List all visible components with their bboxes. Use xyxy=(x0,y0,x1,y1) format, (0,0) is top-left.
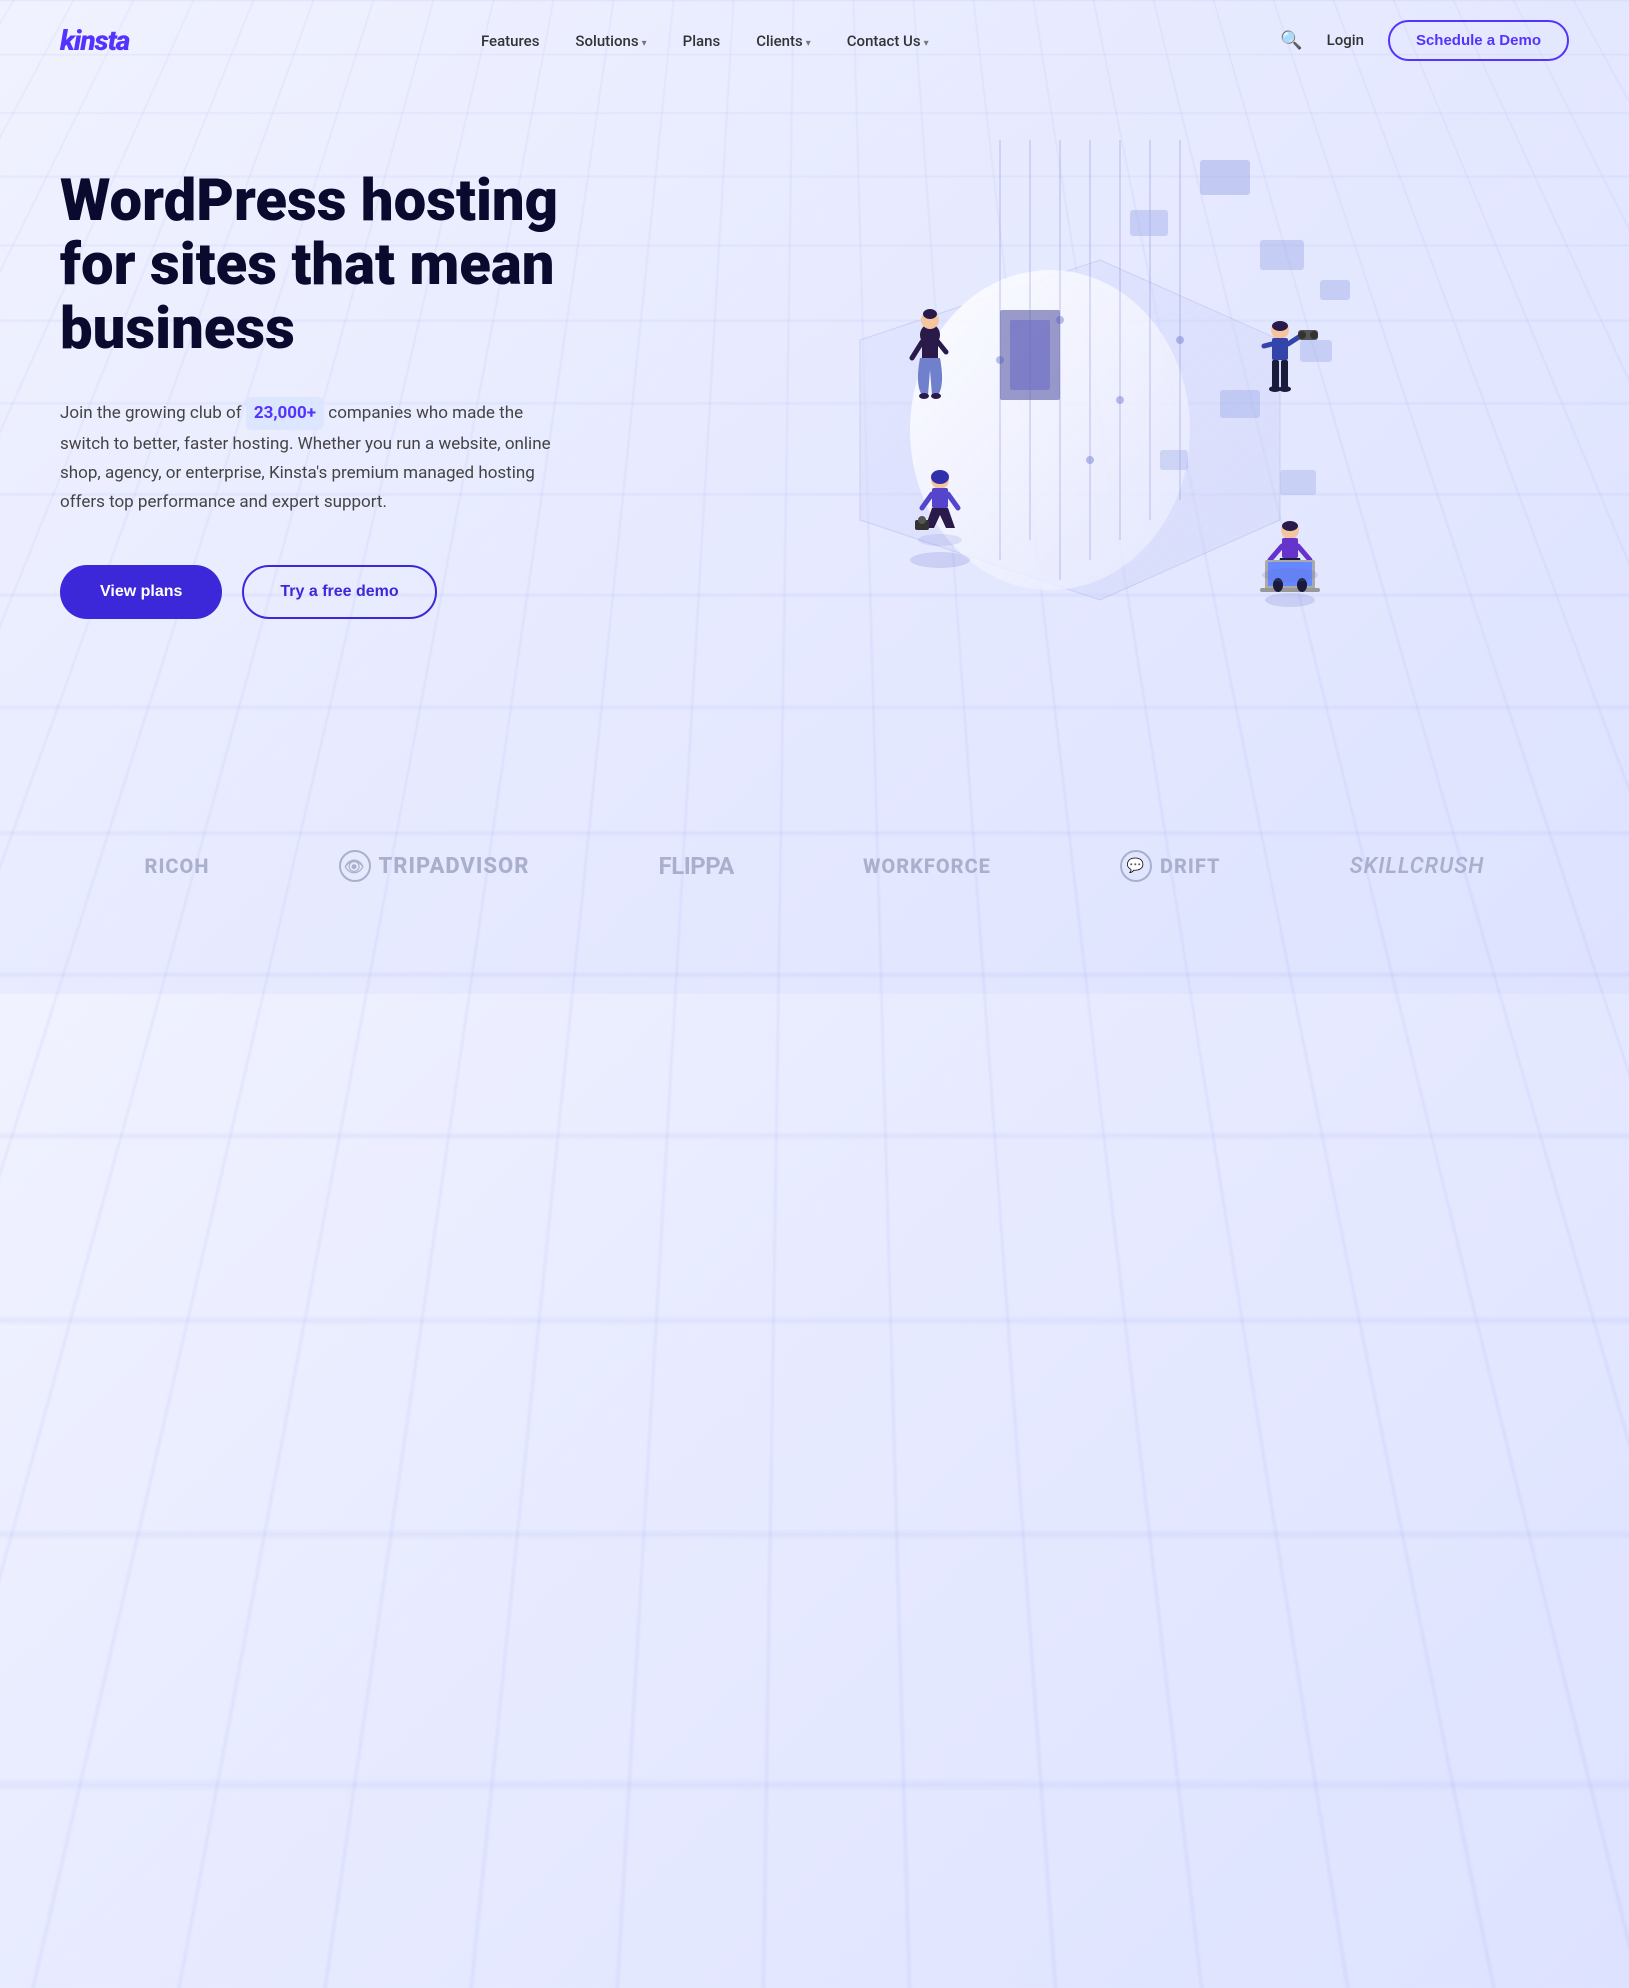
client-skillcrush: skillcrush xyxy=(1350,854,1485,879)
client-drift: 💬 Drift xyxy=(1120,850,1221,882)
hero-illustration xyxy=(700,140,1569,790)
clients-bar: RICOH 👁 Tripadvisor Flippa Workforce 💬 D… xyxy=(0,810,1629,922)
customer-count-badge: 23,000+ xyxy=(246,397,324,430)
hero-content: WordPress hosting for sites that mean bu… xyxy=(60,140,640,619)
logo[interactable]: kinsta xyxy=(60,24,129,57)
hero-cta-buttons: View plans Try a free demo xyxy=(60,565,640,619)
client-flippa: Flippa xyxy=(659,852,734,880)
nav-link-solutions[interactable]: Solutions▾ xyxy=(575,32,646,50)
nav-link-plans[interactable]: Plans xyxy=(683,32,721,50)
nav-actions: 🔍 Login Schedule a Demo xyxy=(1280,20,1569,61)
client-tripadvisor: 👁 Tripadvisor xyxy=(339,850,530,882)
try-free-demo-button[interactable]: Try a free demo xyxy=(242,565,436,619)
nav-item-features: Features xyxy=(481,31,539,50)
dropdown-arrow-icon: ▾ xyxy=(806,38,811,49)
dropdown-arrow-icon: ▾ xyxy=(642,38,647,49)
nav-item-clients: Clients▾ xyxy=(756,31,811,50)
search-icon: 🔍 xyxy=(1280,30,1302,50)
search-button[interactable]: 🔍 xyxy=(1280,30,1302,51)
view-plans-button[interactable]: View plans xyxy=(60,565,222,619)
login-link[interactable]: Login xyxy=(1327,31,1364,49)
hero-title: WordPress hosting for sites that mean bu… xyxy=(60,170,640,361)
nav-link-contact[interactable]: Contact Us▾ xyxy=(847,32,929,50)
nav-link-clients[interactable]: Clients▾ xyxy=(756,32,811,50)
nav-item-contact: Contact Us▾ xyxy=(847,31,929,50)
navbar: kinsta Features Solutions▾ Plans Clients… xyxy=(0,0,1629,80)
drift-icon: 💬 xyxy=(1120,850,1152,882)
client-workforce: Workforce xyxy=(863,854,991,878)
nav-menu: Features Solutions▾ Plans Clients▾ Conta… xyxy=(481,31,929,50)
tripadvisor-icon: 👁 xyxy=(339,850,371,882)
hero-section: WordPress hosting for sites that mean bu… xyxy=(0,80,1629,790)
dropdown-arrow-icon: ▾ xyxy=(924,38,929,49)
hero-description: Join the growing club of 23,000+ compani… xyxy=(60,397,560,517)
nav-item-plans: Plans xyxy=(683,31,721,50)
nav-link-features[interactable]: Features xyxy=(481,32,539,50)
illustration-svg xyxy=(700,140,1400,790)
schedule-demo-button[interactable]: Schedule a Demo xyxy=(1388,20,1569,61)
nav-item-solutions: Solutions▾ xyxy=(575,31,646,50)
client-ricoh: RICOH xyxy=(145,854,210,878)
